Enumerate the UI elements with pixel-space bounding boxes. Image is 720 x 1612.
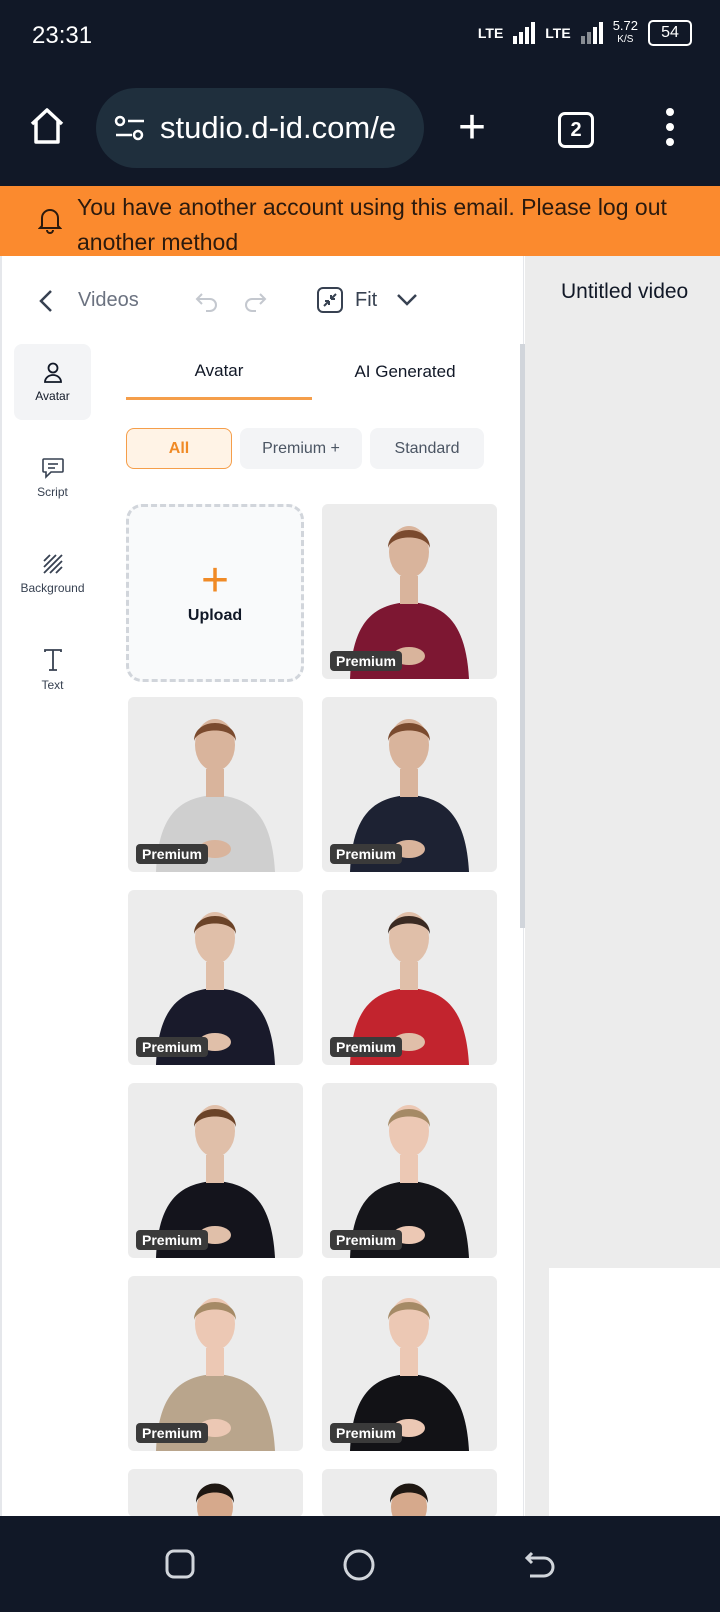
premium-badge: Premium bbox=[330, 1230, 402, 1250]
avatar-filters: All Premium + Standard bbox=[126, 428, 484, 469]
signal-icon bbox=[513, 22, 536, 44]
editor-sidebar: Avatar Script Background Text bbox=[14, 344, 92, 728]
premium-badge: Premium bbox=[136, 1230, 208, 1250]
back-chevron-icon[interactable] bbox=[38, 288, 54, 314]
account-notice-banner: You have another account using this emai… bbox=[0, 186, 720, 256]
fit-label[interactable]: Fit bbox=[355, 289, 377, 312]
avatar-portrait bbox=[196, 1483, 234, 1517]
video-preview-canvas bbox=[549, 1268, 720, 1516]
url-text[interactable]: studio.d-id.com/e bbox=[160, 110, 396, 146]
system-nav-bar bbox=[0, 1516, 720, 1612]
sidebar-item-label: Background bbox=[20, 581, 85, 595]
net-speed: 5.72 K/S bbox=[612, 18, 638, 45]
sidebar-item-avatar[interactable]: Avatar bbox=[14, 344, 91, 420]
premium-badge: Premium bbox=[136, 844, 208, 864]
upload-avatar-button[interactable]: + Upload bbox=[126, 504, 304, 682]
editor-left-panel: Videos Fit Avatar Script Background Text… bbox=[0, 256, 526, 1517]
avatar-card[interactable]: Premium bbox=[128, 1083, 303, 1258]
plus-icon: + bbox=[200, 554, 230, 607]
home-icon[interactable] bbox=[28, 106, 66, 146]
back-icon[interactable] bbox=[524, 1550, 556, 1580]
notice-text: You have another account using this emai… bbox=[77, 194, 667, 255]
status-time: 23:31 bbox=[32, 22, 93, 49]
overflow-menu-icon[interactable] bbox=[666, 108, 674, 146]
premium-badge: Premium bbox=[136, 1037, 208, 1057]
hatch-icon bbox=[42, 554, 63, 574]
premium-badge: Premium bbox=[330, 1423, 402, 1443]
fit-icon[interactable] bbox=[316, 286, 344, 314]
status-bar: 23:31 LTE LTE 5.72 K/S 54 bbox=[0, 0, 720, 72]
avatar-card[interactable] bbox=[322, 1469, 497, 1517]
filter-standard[interactable]: Standard bbox=[370, 428, 484, 469]
text-icon bbox=[43, 649, 62, 671]
editor-topbar: Videos Fit bbox=[2, 256, 526, 344]
chat-icon bbox=[41, 458, 64, 479]
avatar-card[interactable]: Premium bbox=[322, 890, 497, 1065]
home-circle-icon[interactable] bbox=[342, 1548, 376, 1582]
filter-premium-plus[interactable]: Premium + bbox=[240, 428, 362, 469]
premium-badge: Premium bbox=[136, 1423, 208, 1443]
undo-icon[interactable] bbox=[194, 290, 220, 312]
recents-icon[interactable] bbox=[164, 1548, 196, 1580]
redo-icon[interactable] bbox=[242, 290, 268, 312]
sidebar-item-background[interactable]: Background bbox=[14, 536, 91, 612]
bell-icon bbox=[38, 209, 62, 234]
sidebar-item-label: Avatar bbox=[35, 389, 70, 403]
avatar-card[interactable]: Premium bbox=[128, 697, 303, 872]
url-bar[interactable]: studio.d-id.com/e bbox=[96, 88, 424, 168]
sidebar-item-script[interactable]: Script bbox=[14, 440, 91, 516]
battery-icon: 54 bbox=[648, 20, 692, 46]
avatar-card[interactable]: Premium bbox=[128, 1276, 303, 1451]
avatar-card[interactable]: Premium bbox=[322, 1276, 497, 1451]
avatar-tabs: Avatar AI Generated bbox=[126, 344, 498, 400]
filter-all[interactable]: All bbox=[126, 428, 232, 469]
avatar-card[interactable]: Premium bbox=[322, 504, 497, 679]
new-tab-icon[interactable]: + bbox=[458, 104, 486, 152]
browser-toolbar: studio.d-id.com/e + 2 bbox=[0, 72, 720, 186]
avatar-card[interactable]: Premium bbox=[128, 890, 303, 1065]
network-type-1: LTE bbox=[477, 25, 504, 41]
premium-badge: Premium bbox=[330, 651, 402, 671]
sidebar-item-text[interactable]: Text bbox=[14, 632, 91, 708]
back-to-videos-link[interactable]: Videos bbox=[78, 289, 139, 312]
video-title[interactable]: Untitled video bbox=[561, 280, 688, 304]
avatar-card[interactable] bbox=[128, 1469, 303, 1517]
avatar-card[interactable]: Premium bbox=[322, 1083, 497, 1258]
tab-avatar[interactable]: Avatar bbox=[126, 344, 312, 400]
person-icon bbox=[43, 362, 62, 383]
network-type-2: LTE bbox=[545, 25, 571, 41]
avatar-portrait bbox=[390, 1483, 428, 1517]
premium-badge: Premium bbox=[330, 1037, 402, 1057]
premium-badge: Premium bbox=[330, 844, 402, 864]
studio-app: Videos Fit Avatar Script Background Text… bbox=[0, 256, 720, 1517]
sidebar-item-label: Text bbox=[41, 678, 64, 692]
avatar-card[interactable]: Premium bbox=[322, 697, 497, 872]
video-canvas-area: Untitled video bbox=[525, 256, 720, 1516]
status-icons: LTE LTE 5.72 K/S 54 bbox=[477, 18, 692, 46]
tab-switcher-button[interactable]: 2 bbox=[558, 112, 594, 148]
chevron-down-icon[interactable] bbox=[396, 293, 418, 307]
sidebar-item-label: Script bbox=[37, 485, 68, 499]
site-settings-icon[interactable] bbox=[114, 114, 146, 142]
signal-icon bbox=[580, 22, 603, 44]
upload-label: Upload bbox=[187, 607, 243, 624]
tab-ai-generated[interactable]: AI Generated bbox=[312, 344, 498, 400]
